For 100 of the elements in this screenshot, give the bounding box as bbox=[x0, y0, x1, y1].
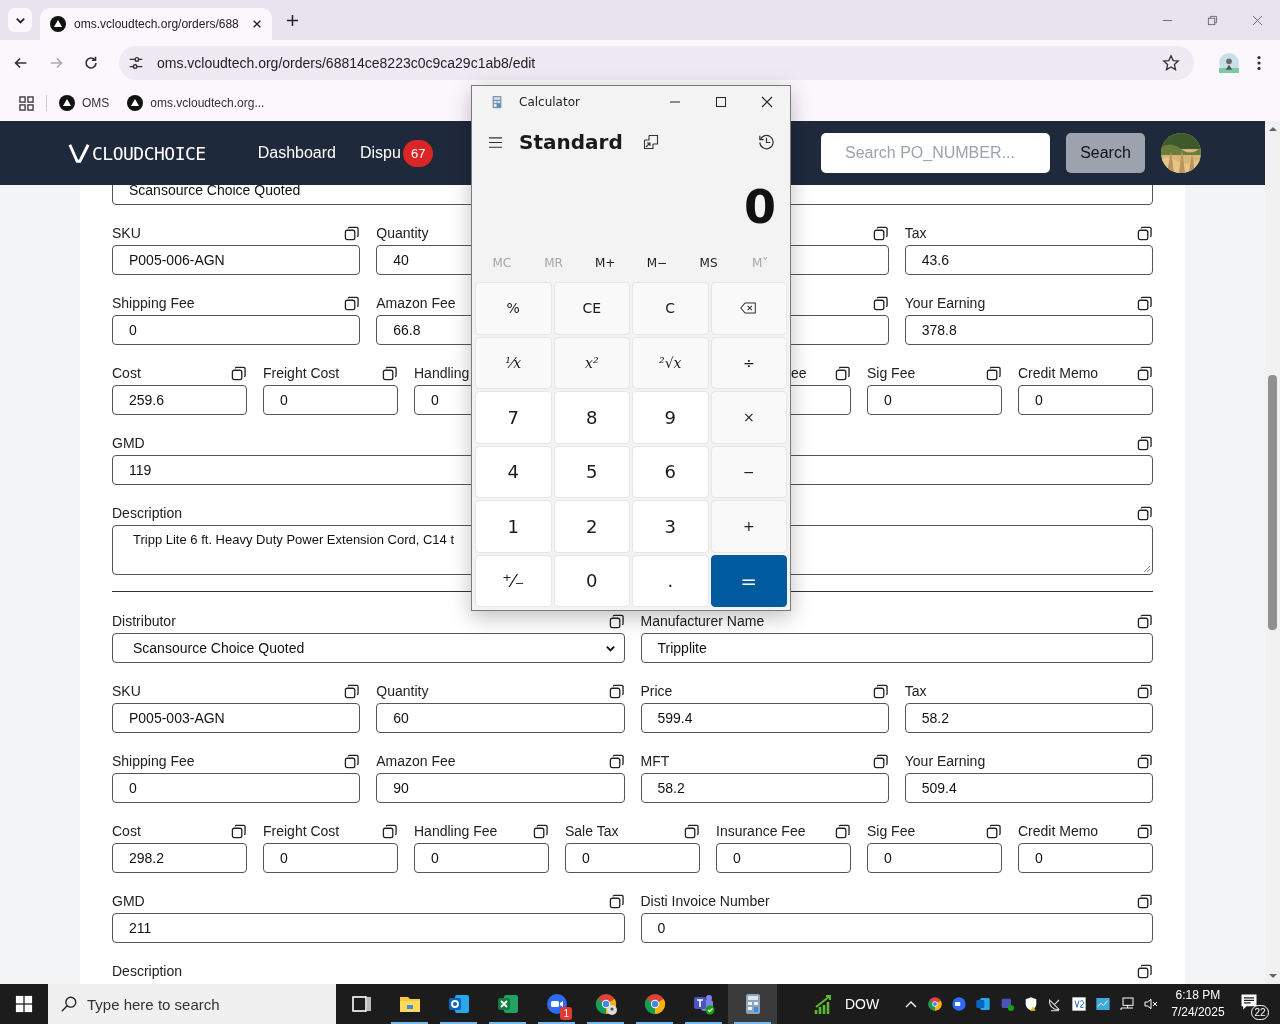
copy-icon[interactable] bbox=[1137, 613, 1152, 629]
memory-button[interactable]: M− bbox=[631, 248, 683, 278]
copy-icon[interactable] bbox=[231, 823, 246, 839]
calculator-key[interactable]: % bbox=[475, 282, 552, 335]
calculator-key[interactable]: ÷ bbox=[710, 336, 787, 389]
calculator-key[interactable]: 8 bbox=[553, 391, 630, 444]
menu-icon[interactable] bbox=[1256, 53, 1262, 72]
copy-icon[interactable] bbox=[608, 683, 624, 699]
search-button[interactable]: Search bbox=[1066, 133, 1145, 173]
input-field[interactable]: 509.4 bbox=[904, 773, 1153, 803]
copy-icon[interactable] bbox=[1137, 683, 1152, 699]
copy-icon[interactable] bbox=[872, 683, 888, 699]
copy-icon[interactable] bbox=[986, 823, 1001, 839]
mail-app-icon[interactable] bbox=[446, 992, 471, 1016]
input-field[interactable]: 0 bbox=[112, 315, 361, 345]
calculator-key[interactable]: 3 bbox=[632, 500, 709, 553]
chart-tile-icon[interactable] bbox=[1095, 996, 1112, 1012]
browser-profile-icon[interactable] bbox=[593, 992, 618, 1016]
app-tile-icon[interactable] bbox=[1071, 996, 1088, 1012]
video-app-icon[interactable] bbox=[951, 996, 968, 1012]
input-field[interactable]: 90 bbox=[376, 773, 625, 803]
scroll-up-icon[interactable] bbox=[1267, 124, 1278, 134]
bookmark-link[interactable]: oms.vcloudtech.org... bbox=[150, 96, 265, 110]
copy-icon[interactable] bbox=[1137, 823, 1152, 839]
input-field[interactable]: 0 bbox=[867, 385, 1002, 415]
dropdown-field[interactable]: Scansource Choice Quoted bbox=[112, 633, 625, 663]
calculator-key[interactable]: CE bbox=[553, 282, 630, 335]
input-field[interactable]: 0 bbox=[867, 843, 1002, 873]
calculator-key[interactable]: − bbox=[710, 445, 787, 498]
calculator-key[interactable]: 9 bbox=[632, 391, 709, 444]
equals-button[interactable]: = bbox=[710, 554, 787, 607]
copy-icon[interactable] bbox=[608, 753, 624, 769]
copy-icon[interactable] bbox=[1137, 505, 1152, 521]
input-field[interactable]: Tripplite bbox=[640, 633, 1153, 663]
mail-app-icon[interactable] bbox=[975, 996, 992, 1012]
close-icon[interactable] bbox=[252, 19, 262, 29]
tab-list-button[interactable] bbox=[8, 8, 32, 32]
input-field[interactable]: 0 bbox=[1018, 843, 1153, 873]
copy-icon[interactable] bbox=[872, 295, 888, 311]
resize-handle-icon[interactable] bbox=[1143, 565, 1151, 573]
copy-icon[interactable] bbox=[1137, 225, 1152, 241]
taskbar-search-field[interactable]: Type here to search bbox=[48, 984, 336, 1024]
input-field[interactable]: 58.2 bbox=[904, 703, 1153, 733]
calculator-key[interactable]: 4 bbox=[475, 445, 552, 498]
copy-icon[interactable] bbox=[344, 753, 360, 769]
network-icon[interactable] bbox=[1119, 996, 1136, 1012]
scrollbar[interactable] bbox=[1265, 121, 1280, 984]
apps-grid-icon[interactable] bbox=[19, 95, 34, 111]
copy-icon[interactable] bbox=[533, 823, 548, 839]
profile-avatar-icon[interactable] bbox=[1219, 52, 1239, 73]
keep-on-top-icon[interactable] bbox=[642, 134, 659, 150]
input-field[interactable]: 0 bbox=[716, 843, 851, 873]
calculator-key[interactable]: 0 bbox=[553, 554, 630, 607]
copy-icon[interactable] bbox=[1137, 435, 1152, 451]
copy-icon[interactable] bbox=[382, 365, 397, 381]
scrollbar-thumb[interactable] bbox=[1268, 375, 1277, 630]
input-field[interactable]: 0 bbox=[640, 913, 1153, 943]
copy-icon[interactable] bbox=[835, 365, 850, 381]
input-field[interactable]: 259.6 bbox=[112, 385, 247, 415]
calculator-key[interactable]: 6 bbox=[632, 445, 709, 498]
calculator-key[interactable]: ⁺⁄₋ bbox=[475, 554, 552, 607]
copy-icon[interactable] bbox=[231, 365, 246, 381]
nav-link[interactable]: Dispu bbox=[360, 144, 401, 162]
browser-icon[interactable] bbox=[927, 996, 944, 1012]
input-field[interactable]: 0 bbox=[414, 843, 549, 873]
calculator-key[interactable]: x² bbox=[553, 336, 630, 389]
copy-icon[interactable] bbox=[1137, 365, 1152, 381]
bookmark-link[interactable]: OMS bbox=[82, 96, 110, 110]
input-field[interactable]: 0 bbox=[112, 773, 361, 803]
input-field[interactable]: 599.4 bbox=[640, 703, 889, 733]
calculator-key[interactable]: 5 bbox=[553, 445, 630, 498]
new-tab-icon[interactable] bbox=[286, 13, 299, 27]
copy-icon[interactable] bbox=[1137, 753, 1152, 769]
input-field[interactable]: P005-006-AGN bbox=[112, 245, 361, 275]
calculator-key[interactable]: ¹⁄x bbox=[475, 336, 552, 389]
copy-icon[interactable] bbox=[344, 295, 360, 311]
copy-icon[interactable] bbox=[872, 225, 888, 241]
bookmark-star-icon[interactable] bbox=[1162, 53, 1180, 72]
chat-app-icon[interactable] bbox=[691, 992, 716, 1016]
input-field[interactable]: 60 bbox=[376, 703, 625, 733]
input-field[interactable]: 0 bbox=[565, 843, 700, 873]
calculator-key[interactable]: 1 bbox=[475, 500, 552, 553]
calculator-key[interactable]: ²√x bbox=[632, 336, 709, 389]
calculator-key[interactable]: × bbox=[710, 391, 787, 444]
history-icon[interactable] bbox=[757, 132, 776, 152]
clock[interactable]: 6:18 PM 7/24/2025 bbox=[1171, 987, 1225, 1021]
logo-text[interactable]: CLOUDCHOICE bbox=[92, 142, 206, 164]
browser-icon[interactable] bbox=[642, 992, 667, 1016]
copy-icon[interactable] bbox=[1137, 963, 1152, 979]
memory-button[interactable]: M+ bbox=[579, 248, 631, 278]
copy-icon[interactable] bbox=[608, 613, 624, 629]
copy-icon[interactable] bbox=[872, 753, 888, 769]
input-field[interactable]: 378.8 bbox=[904, 315, 1153, 345]
browser-tab[interactable]: oms.vcloudtech.org/orders/688 bbox=[40, 8, 272, 40]
input-field[interactable]: 58.2 bbox=[640, 773, 889, 803]
stock-ticker-label[interactable]: DOW bbox=[845, 996, 880, 1012]
input-field[interactable]: 0 bbox=[263, 843, 398, 873]
copy-icon[interactable] bbox=[608, 893, 624, 909]
windows-start-icon[interactable] bbox=[15, 995, 33, 1013]
volume-muted-icon[interactable] bbox=[1143, 996, 1160, 1012]
